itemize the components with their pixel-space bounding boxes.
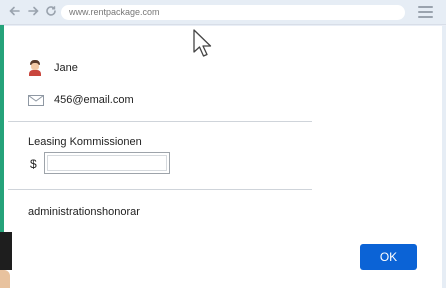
refresh-icon[interactable] — [45, 5, 57, 19]
back-arrow-icon[interactable] — [9, 5, 21, 19]
leasing-commission-label: Leasing Kommissionen — [28, 136, 142, 148]
leasing-amount-input[interactable] — [44, 152, 170, 174]
user-avatar-icon — [28, 60, 42, 76]
forward-arrow-icon[interactable] — [27, 5, 39, 19]
user-name: Jane — [54, 62, 78, 74]
user-email: 456@email.com — [54, 94, 134, 106]
person-hand — [0, 270, 10, 288]
currency-symbol: $ — [30, 157, 37, 171]
name-row: Jane — [28, 60, 78, 76]
person-silhouette — [0, 232, 12, 270]
mouse-pointer-icon — [193, 29, 212, 57]
window-edge — [442, 26, 446, 288]
email-row: 456@email.com — [28, 94, 134, 106]
admin-fee-label: administrationshonorar — [28, 206, 140, 218]
leasing-amount-value — [47, 155, 167, 171]
divider — [8, 189, 312, 190]
envelope-icon — [28, 94, 44, 106]
hamburger-menu-icon[interactable] — [418, 6, 433, 18]
address-bar[interactable]: www.rentpackage.com — [61, 5, 405, 20]
divider — [8, 121, 312, 122]
browser-toolbar: www.rentpackage.com — [0, 0, 446, 25]
nav-buttons — [9, 5, 57, 19]
ok-button[interactable]: OK — [360, 244, 417, 270]
